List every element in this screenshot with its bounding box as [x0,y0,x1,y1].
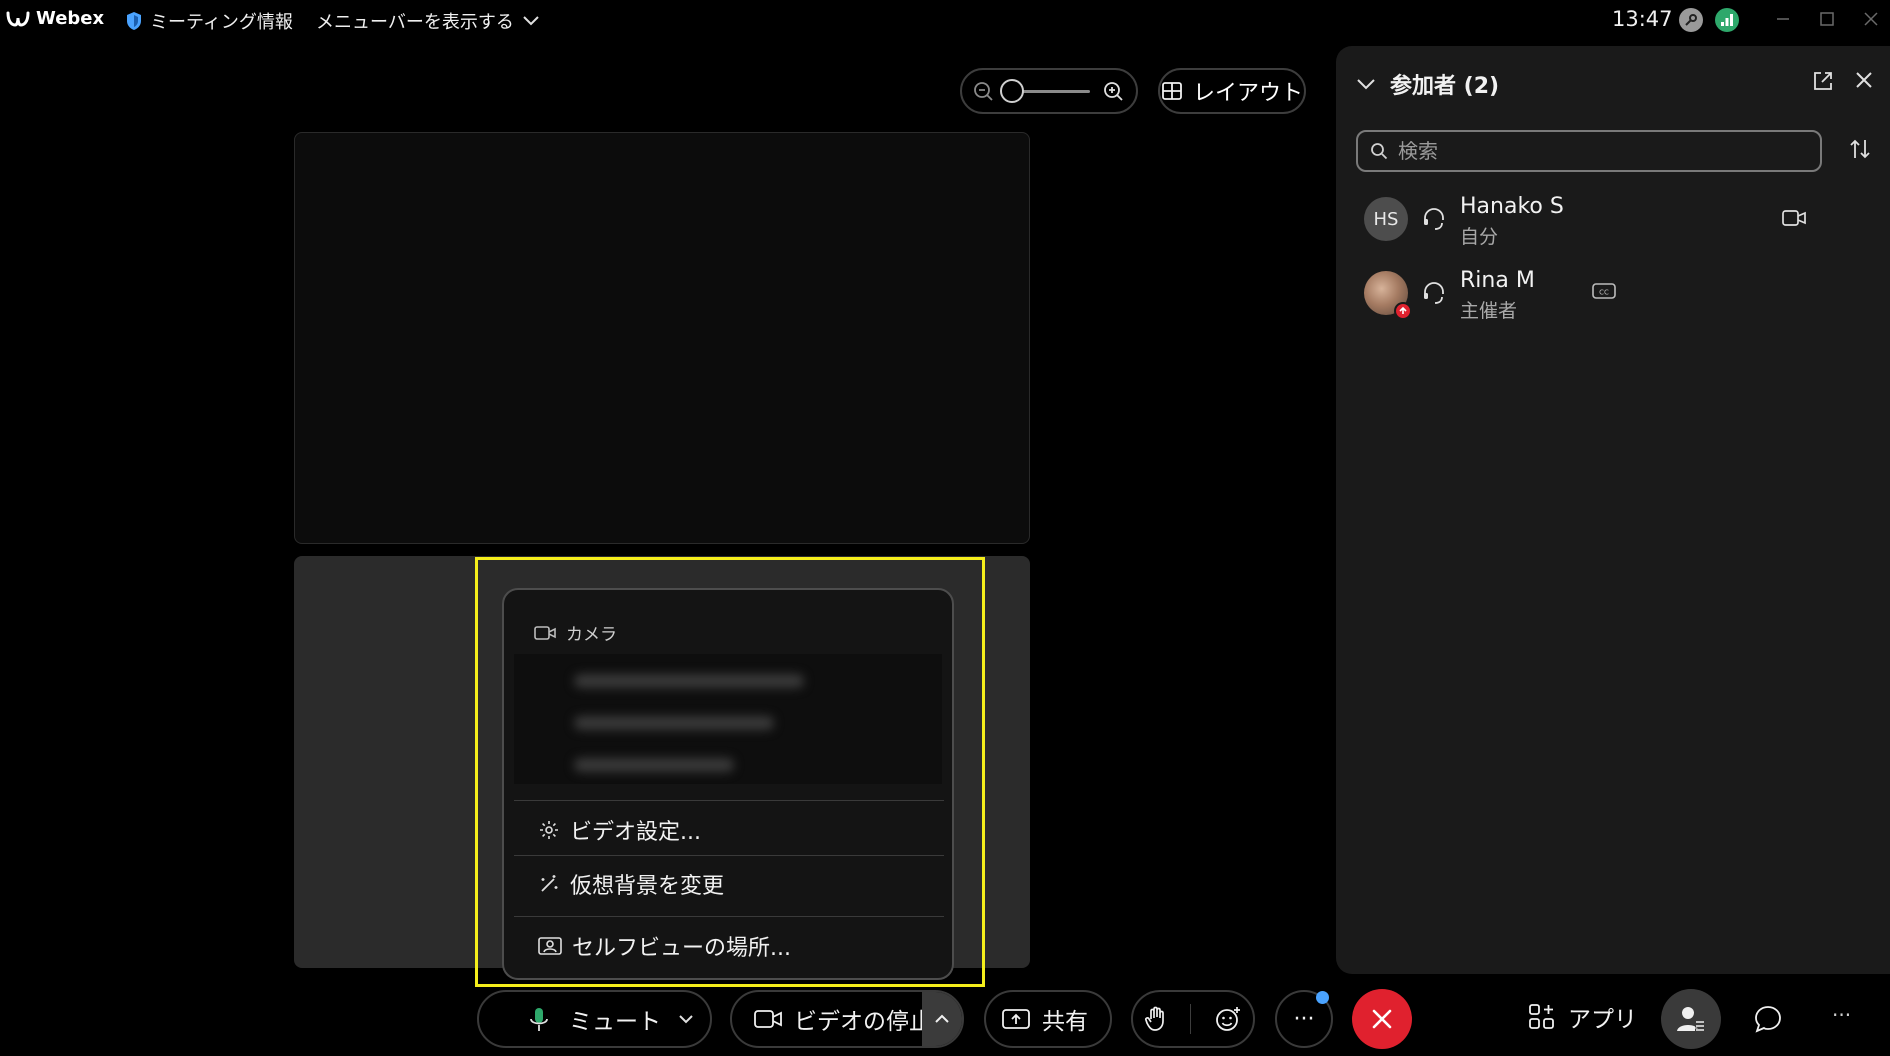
sort-button[interactable] [1848,138,1872,164]
share-screen-icon [1002,1009,1030,1029]
participants-panel: 参加者 (2) HS Hanako S 自分 [1336,46,1890,974]
chat-button[interactable] [1753,1004,1783,1038]
group-divider [1190,1004,1192,1034]
title-bar: Webex ミーティング情報 メニューバーを表示する 13:47 [0,0,1890,42]
video-options-toggle[interactable] [922,992,962,1046]
zoom-in-icon[interactable] [1102,80,1124,102]
zoom-slider[interactable] [1000,78,1090,103]
chevron-down-icon[interactable] [676,1009,696,1029]
share-button[interactable]: 共有 [984,990,1112,1048]
shield-icon [127,12,141,30]
more-options-label: ··· [1293,1006,1315,1032]
meeting-info-button[interactable]: ミーティング情報 [126,8,293,34]
sharing-badge-icon [1394,302,1412,320]
reactions-group [1131,990,1255,1048]
video-camera-icon [754,1010,782,1028]
layout-label: レイアウト [1192,81,1303,106]
show-menubar-label: メニューバーを表示する [316,12,514,33]
zoom-slider-thumb[interactable] [1000,78,1024,103]
grid-layout-icon [1162,82,1182,100]
popout-icon [1814,72,1832,90]
reactions-emoji-icon[interactable] [1214,1005,1242,1033]
raise-hand-icon[interactable] [1144,1006,1168,1032]
participants-toggle-button[interactable] [1661,989,1721,1049]
chevron-up-icon [935,1014,949,1023]
sort-arrows-icon [1850,139,1870,159]
chat-bubble-icon [1755,1006,1781,1033]
close-window-button[interactable] [1856,6,1886,32]
video-camera-icon [1782,210,1806,226]
app-brand: Webex [6,8,104,29]
highlight-box [475,557,985,987]
participant-search-input[interactable] [1398,139,1798,163]
minimize-icon [1777,18,1789,20]
participants-panel-header[interactable]: 参加者 (2) [1356,68,1499,100]
connection-status-icon[interactable] [1679,8,1703,32]
close-panel-button[interactable] [1854,70,1874,94]
apps-label: アプリ [1568,1007,1637,1033]
apps-grid-icon [1529,1004,1554,1029]
share-label: 共有 [1042,1009,1088,1035]
close-icon [1856,72,1872,88]
participant-row[interactable]: HS Hanako S 自分 [1336,184,1890,254]
layout-button[interactable]: レイアウト [1158,68,1306,114]
app-name: Webex [36,8,105,29]
maximize-icon [1820,12,1834,26]
maximize-button[interactable] [1812,6,1842,32]
closed-captions-icon: CC [1592,283,1616,299]
search-icon [1371,143,1388,160]
webex-logo-icon [6,11,30,27]
stop-video-button[interactable]: ビデオの停止 [730,990,964,1048]
participants-icon [1677,1007,1704,1032]
signal-bars-icon [1721,14,1733,26]
avatar: HS [1364,197,1408,241]
clock: 13:47 [1612,7,1673,31]
participant-search[interactable] [1356,130,1822,172]
show-menubar-button[interactable]: メニューバーを表示する [316,8,540,34]
notification-dot [1316,991,1329,1004]
mute-button[interactable]: ミュート [477,990,712,1048]
key-icon [1685,14,1697,26]
zoom-out-icon[interactable] [972,80,994,102]
popout-button[interactable] [1812,70,1834,96]
meeting-info-label: ミーティング情報 [150,12,293,33]
participant-role: 主催者 [1460,300,1518,322]
participant-name: Rina M [1460,268,1535,293]
end-meeting-button[interactable] [1352,989,1412,1049]
video-tile-remote [294,132,1030,544]
network-health-icon[interactable] [1715,8,1739,32]
participants-title: 参加者 (2) [1390,74,1500,99]
zoom-control [960,68,1138,114]
chevron-down-icon [523,16,539,26]
overflow-menu-button[interactable]: ··· [1832,1003,1851,1027]
headset-audio-icon [1424,208,1444,230]
chevron-down-icon [1357,79,1375,90]
minimize-button[interactable] [1768,6,1798,32]
participant-role: 自分 [1460,226,1499,248]
headset-audio-icon [1424,282,1444,304]
mute-label: ミュート [569,1009,661,1035]
close-icon [1864,12,1878,26]
participant-name: Hanako S [1460,194,1564,219]
stop-video-label: ビデオの停止 [794,1009,932,1035]
participant-row[interactable]: Rina M 主催者 CC [1336,258,1890,328]
svg-text:CC: CC [1599,289,1609,297]
apps-button[interactable]: アプリ [1528,1000,1637,1034]
microphone-icon [530,1008,548,1031]
close-icon [1372,1009,1392,1029]
